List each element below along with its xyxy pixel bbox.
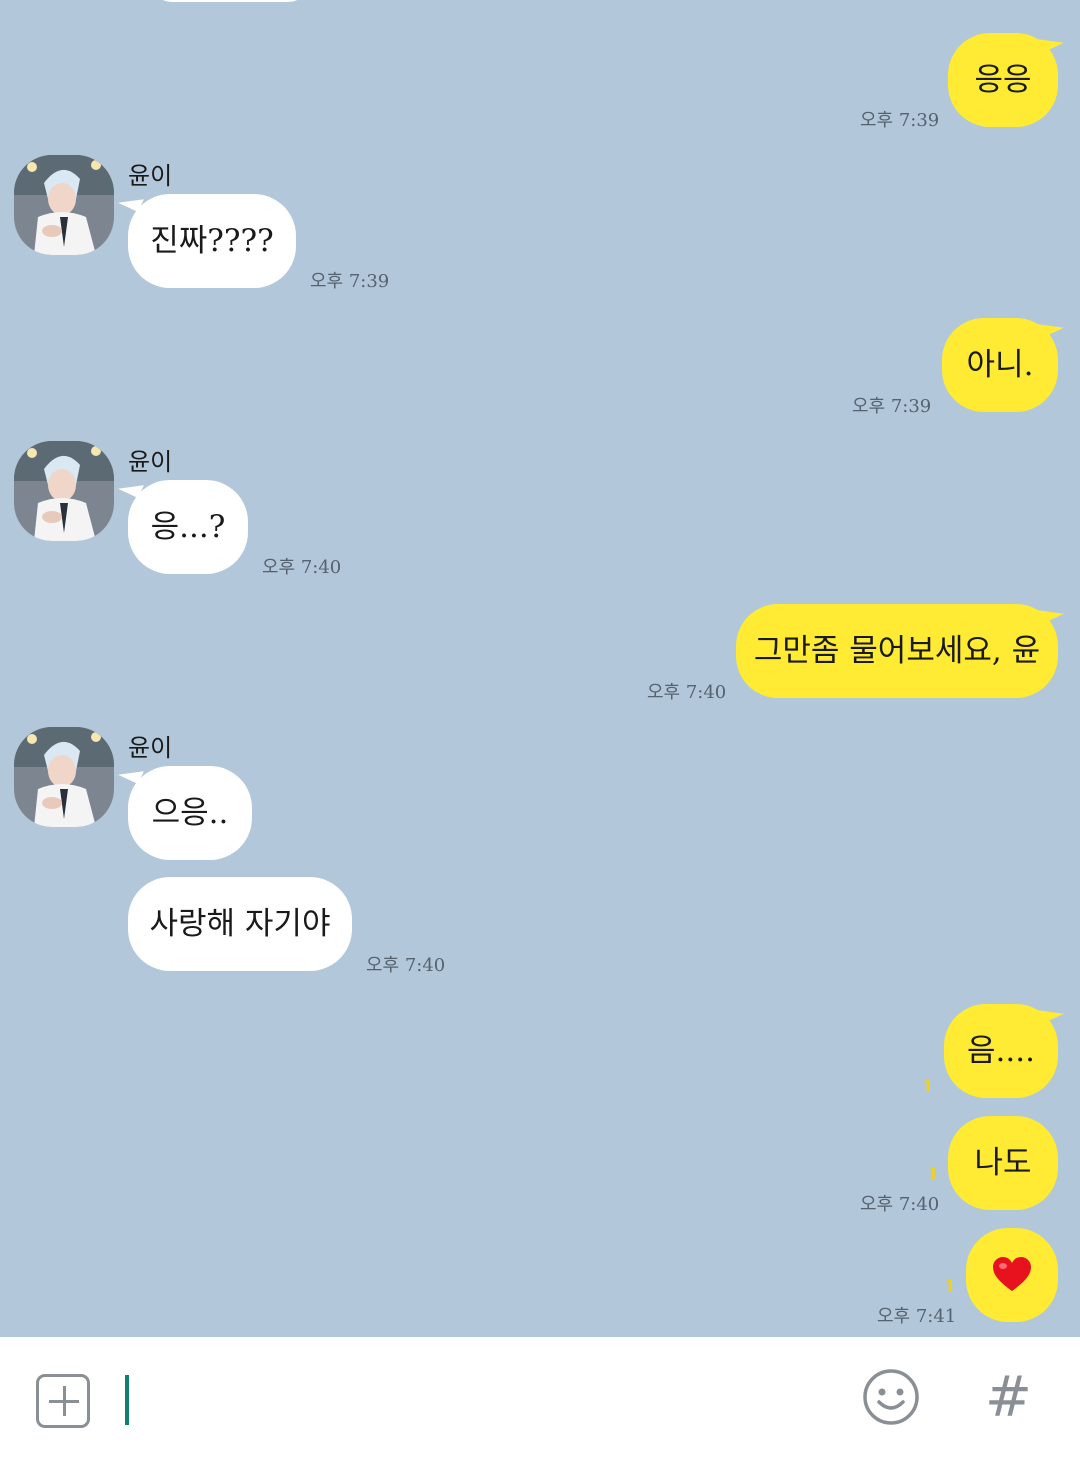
heart-icon [993, 1257, 1031, 1291]
message-time: 오후 7:40 [366, 955, 446, 976]
avatar-photo [14, 441, 114, 541]
message-text: 아니. [966, 346, 1034, 383]
incoming-message-bubble[interactable]: 진짜???? [128, 194, 296, 288]
unread-count: 1 [944, 1277, 956, 1297]
message-text: 나도 [974, 1144, 1032, 1181]
message-text: 그만좀 물어보세요, 윤 [753, 632, 1041, 669]
hash-icon[interactable]: # [985, 1370, 1032, 1426]
text-caret [125, 1375, 129, 1425]
message-text: 진짜???? [150, 222, 274, 259]
smiley-icon[interactable] [862, 1368, 920, 1426]
outgoing-message-bubble[interactable]: 그만좀 물어보세요, 윤 [736, 604, 1058, 698]
incoming-message-bubble[interactable]: 으응.. [128, 766, 252, 860]
incoming-message-bubble[interactable]: 응...? [128, 480, 248, 574]
bubble-tail [1038, 30, 1064, 52]
unread-count: 1 [922, 1077, 934, 1097]
message-time: 오후 7:40 [262, 557, 342, 578]
message-time: 오후 7:39 [860, 110, 940, 131]
bubble-tail [1038, 1001, 1064, 1023]
contact-name: 윤이 [128, 448, 173, 476]
message-text: 사랑해 자기야 [149, 905, 331, 942]
contact-avatar[interactable] [14, 155, 114, 255]
message-time: 오후 7:40 [647, 682, 727, 703]
message-text: 응응 [974, 61, 1032, 98]
outgoing-message-bubble[interactable]: 아니. [942, 318, 1058, 412]
contact-name: 윤이 [128, 734, 173, 762]
bubble-tail [1038, 601, 1064, 623]
chat-message-list[interactable]: 응응 오후 7:39 윤이 진짜???? 오후 7:39 아니. 오후 7:39 [0, 0, 1080, 1337]
avatar-photo [14, 727, 114, 827]
message-time: 오후 7:39 [852, 396, 932, 417]
message-text: 음.... [967, 1032, 1035, 1069]
outgoing-message-bubble[interactable]: 나도 [948, 1116, 1058, 1210]
contact-name: 윤이 [128, 162, 173, 190]
message-time: 오후 7:40 [860, 1194, 940, 1215]
message-input[interactable] [140, 1367, 844, 1435]
message-time: 오후 7:41 [877, 1306, 957, 1327]
contact-avatar[interactable] [14, 441, 114, 541]
plus-square-icon[interactable] [36, 1374, 90, 1428]
avatar-photo [14, 155, 114, 255]
message-text: 으응.. [151, 794, 229, 831]
contact-avatar[interactable] [14, 727, 114, 827]
incoming-message-bubble[interactable]: 사랑해 자기야 [128, 877, 352, 971]
bubble-tail [1038, 315, 1064, 337]
previous-message-bubble-edge [150, 0, 310, 2]
outgoing-message-bubble[interactable] [966, 1228, 1058, 1322]
message-time: 오후 7:39 [310, 271, 390, 292]
unread-count: 1 [927, 1165, 939, 1185]
message-text: 응...? [150, 508, 226, 545]
